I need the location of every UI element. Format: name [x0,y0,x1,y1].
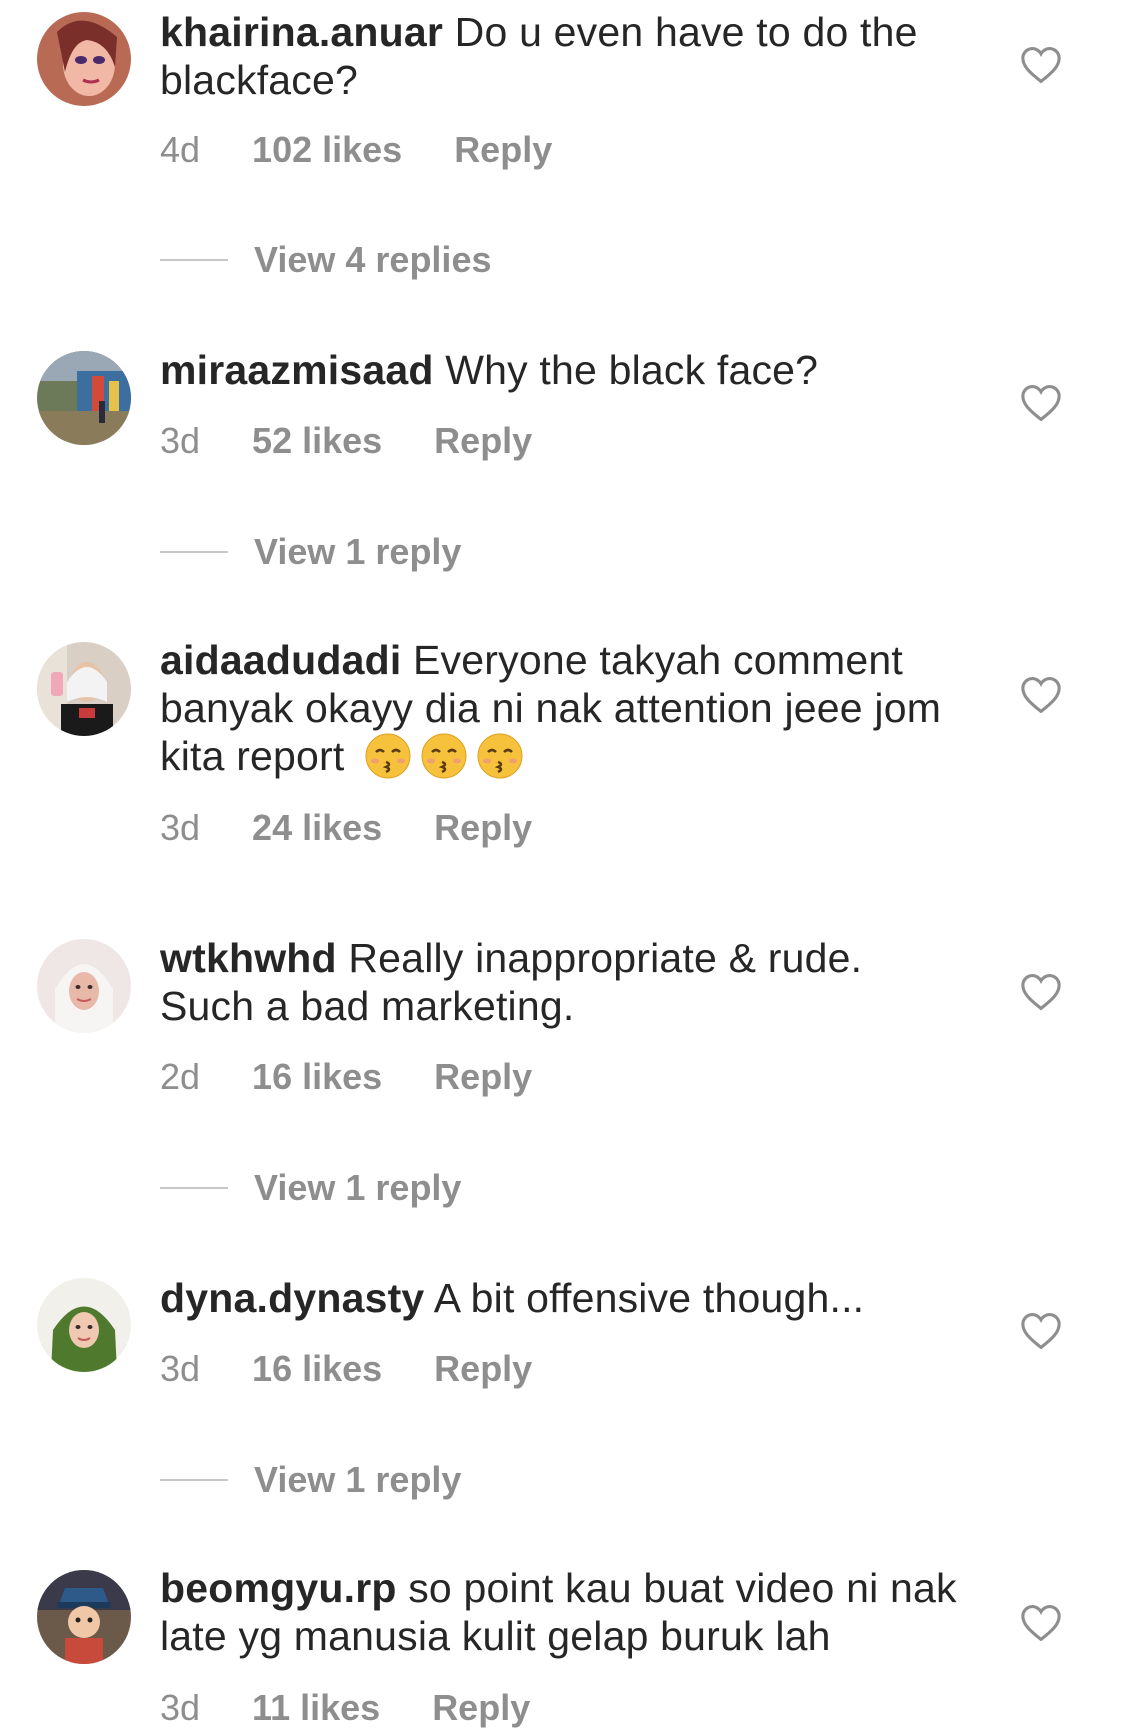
comment-likes[interactable]: 52 likes [252,419,382,463]
comment-username[interactable]: miraazmisaad [160,347,434,393]
comment-timestamp: 3d [160,1687,201,1728]
view-replies-button[interactable]: View 1 reply [160,530,461,574]
view-replies-label: View 1 reply [254,531,462,572]
avatar[interactable] [37,1278,131,1372]
comment-text: khairina.anuar Do u even have to do the … [160,8,960,104]
reply-button[interactable]: Reply [432,1686,530,1730]
view-replies-label: View 4 replies [254,239,492,280]
comment-username[interactable]: beomgyu.rp [160,1565,397,1611]
comment-likes[interactable]: 102 likes [252,128,402,172]
heart-icon[interactable] [1020,1312,1062,1350]
avatar[interactable] [37,351,131,445]
comment-timestamp: 3d [160,807,201,848]
comment-text: dyna.dynasty A bit offensive though... [160,1274,960,1322]
view-replies-button[interactable]: View 4 replies [160,238,491,282]
avatar[interactable] [37,642,131,736]
comment-text: aidaadudadi Everyone takyah comment bany… [160,636,960,780]
comment-likes[interactable]: 24 likes [252,806,382,850]
comment-username[interactable]: wtkhwhd [160,935,337,981]
heart-icon[interactable] [1020,973,1062,1011]
view-replies-label: View 1 reply [254,1459,462,1500]
comment-timestamp: 3d [160,1348,201,1389]
heart-icon[interactable] [1020,384,1062,422]
comment-meta: 4d 102 likes Reply [160,128,552,172]
view-replies-divider [160,551,228,553]
comment-username[interactable]: dyna.dynasty [160,1275,424,1321]
reply-button[interactable]: Reply [454,128,552,172]
comment-timestamp: 4d [160,129,201,170]
comment-username[interactable]: khairina.anuar [160,9,443,55]
comment-text: miraazmisaad Why the black face? [160,346,960,394]
comment-likes[interactable]: 11 likes [252,1686,380,1730]
heart-icon[interactable] [1020,1604,1062,1642]
view-replies-divider [160,259,228,261]
comment-text: wtkhwhd Really inappropriate & rude. Suc… [160,934,960,1030]
comment-likes[interactable]: 16 likes [252,1347,382,1391]
comment-text: beomgyu.rp so point kau buat video ni na… [160,1564,960,1660]
comment-meta: 3d 52 likes Reply [160,419,532,463]
reply-button[interactable]: Reply [434,1347,532,1391]
heart-icon[interactable] [1020,46,1062,84]
comment-username[interactable]: aidaadudadi [160,637,401,683]
heart-icon[interactable] [1020,676,1062,714]
reply-button[interactable]: Reply [434,419,532,463]
comment-timestamp: 2d [160,1056,201,1097]
comment-body: Why the black face? [445,347,819,393]
view-replies-button[interactable]: View 1 reply [160,1458,461,1502]
avatar[interactable] [37,12,131,106]
view-replies-button[interactable]: View 1 reply [160,1166,461,1210]
reply-button[interactable]: Reply [434,806,532,850]
comment-body: A bit offensive though... [433,1275,865,1321]
view-replies-divider [160,1187,228,1189]
comment-timestamp: 3d [160,420,201,461]
view-replies-divider [160,1479,228,1481]
reply-button[interactable]: Reply [434,1055,532,1099]
kissing-face-emoji-icon [356,733,524,779]
comment-meta: 3d 11 likes Reply [160,1686,530,1730]
avatar[interactable] [37,939,131,1033]
comment-meta: 3d 16 likes Reply [160,1347,532,1391]
comment-likes[interactable]: 16 likes [252,1055,382,1099]
comment-meta: 3d 24 likes Reply [160,806,532,850]
avatar[interactable] [37,1570,131,1664]
view-replies-label: View 1 reply [254,1167,462,1208]
comment-meta: 2d 16 likes Reply [160,1055,532,1099]
